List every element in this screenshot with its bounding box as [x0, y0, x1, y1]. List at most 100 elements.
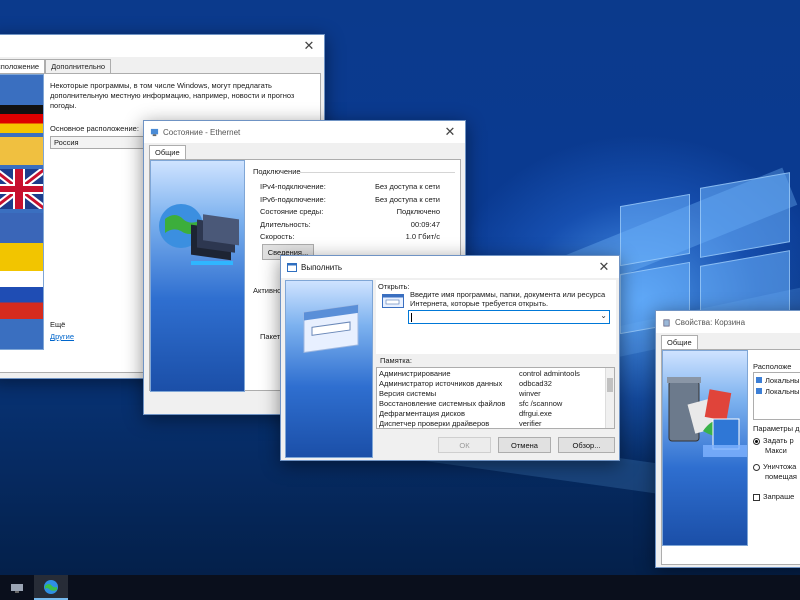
- close-icon[interactable]: ✕: [300, 37, 318, 55]
- table-row-cmd: verifier: [519, 419, 542, 428]
- flags-image: [0, 74, 44, 350]
- table-row-cmd: odbcad32: [519, 379, 552, 388]
- windows-logo-pane: [700, 172, 790, 258]
- network-globe-image: [150, 160, 245, 392]
- list-item[interactable]: Локальны: [756, 387, 800, 396]
- location-item-label: Локальны: [765, 387, 800, 396]
- recycle-bin-image: [662, 350, 748, 546]
- tab-location[interactable]: сположение: [0, 59, 46, 74]
- open-label: Открыть:: [378, 282, 410, 291]
- group-divider: [300, 172, 455, 173]
- ok-button[interactable]: ОК: [438, 437, 491, 453]
- set-size-label: Задать р: [763, 436, 794, 445]
- globe-app-icon: [44, 579, 58, 594]
- checkbox-icon: [753, 493, 760, 501]
- run-side-image: [285, 280, 373, 458]
- table-row-cmd: dfrgui.exe: [519, 409, 552, 418]
- taskbar: [0, 575, 800, 600]
- ipv4-label: IPv4-подключение:: [260, 182, 326, 191]
- run-small-icon: [382, 294, 404, 308]
- taskbar-network-app[interactable]: [0, 575, 34, 600]
- radio-selected-icon: [753, 437, 760, 445]
- close-icon[interactable]: ✕: [441, 123, 459, 141]
- others-link[interactable]: Другие: [50, 332, 74, 341]
- table-row: Администрирование: [379, 369, 451, 378]
- recycle-panel: Расположе Локальны Локальны Параметры д …: [661, 349, 800, 565]
- run-icon: [287, 262, 297, 272]
- locations-header: Расположе: [753, 362, 792, 371]
- scrollbar-thumb[interactable]: [607, 378, 613, 392]
- cancel-button[interactable]: Отмена: [498, 437, 551, 453]
- chevron-down-icon[interactable]: ⌄: [600, 311, 607, 320]
- max-size-label: Макси: [765, 446, 787, 455]
- browse-button[interactable]: Обзор...: [558, 437, 615, 453]
- ipv6-label: IPv6-подключение:: [260, 195, 326, 204]
- region-titlebar: ✕: [0, 35, 324, 57]
- network-icon: [150, 128, 159, 136]
- run-command-input[interactable]: ⌄: [408, 310, 610, 324]
- connection-header: Подключение: [253, 167, 301, 176]
- radio-unselected-icon: [753, 463, 760, 471]
- confirm-delete-checkbox[interactable]: Запраше: [753, 492, 794, 501]
- location-value: Россия: [54, 138, 79, 147]
- location-item-label: Локальны: [765, 376, 800, 385]
- table-row: Версия системы: [379, 389, 437, 398]
- flag-germany-icon: [0, 105, 43, 133]
- delete-label-line2: помещая: [765, 472, 797, 481]
- tab-additional[interactable]: Дополнительно: [45, 59, 112, 73]
- run-titlebar: Выполнить ✕: [281, 256, 619, 278]
- more-label: Ещё: [50, 320, 66, 329]
- memo-scrollbar[interactable]: [605, 368, 614, 428]
- confirm-label: Запраше: [763, 492, 795, 501]
- windows-logo-pane: [620, 193, 690, 267]
- recycle-titlebar: Свойства: Корзина: [656, 311, 800, 333]
- run-input-area: Открыть: Введите имя программы, папки, д…: [376, 280, 616, 354]
- run-title: Выполнить: [301, 262, 343, 272]
- delete-immediately-option[interactable]: Уничтожа: [753, 462, 796, 471]
- table-row-cmd: winver: [519, 389, 541, 398]
- speed-value: 1.0 Гбит/с: [405, 232, 440, 241]
- region-tabs: сположение Дополнительно: [0, 59, 112, 74]
- run-dialog: Выполнить ✕ Открыть: Введите имя програм…: [280, 255, 620, 461]
- table-row-cmd: control admintools: [519, 369, 580, 378]
- packets-label: Пакет: [260, 332, 281, 341]
- activity-label: Активно: [253, 286, 282, 295]
- ethernet-title: Состояние - Ethernet: [163, 127, 241, 137]
- drive-icon: [756, 388, 762, 394]
- location-label: Основное расположение:: [50, 124, 139, 133]
- media-state-value: Подключено: [396, 207, 440, 216]
- table-row: Диспетчер проверки драйверов: [379, 419, 490, 428]
- locations-list[interactable]: Локальны Локальны: [753, 372, 800, 420]
- speed-label: Скорость:: [260, 232, 295, 241]
- table-row-cmd: sfc /scannow: [519, 399, 563, 408]
- flag-ukraine-icon: [0, 243, 43, 271]
- tab-general[interactable]: Общие: [661, 335, 698, 350]
- list-item[interactable]: Локальны: [756, 376, 800, 385]
- parameters-label: Параметры д: [753, 424, 800, 433]
- taskbar-globe-app[interactable]: [34, 575, 68, 600]
- tab-general[interactable]: Общие: [149, 145, 186, 160]
- media-state-label: Состояние среды:: [260, 207, 324, 216]
- memo-list[interactable]: Администрирование control admintools Адм…: [376, 367, 615, 429]
- memo-label: Памятка:: [380, 356, 412, 365]
- table-row: Дефрагментация дисков: [379, 409, 465, 418]
- table-row: Восстановление системных файлов: [379, 399, 506, 408]
- ethernet-titlebar: Состояние - Ethernet ✕: [144, 121, 465, 143]
- ipv4-value: Без доступа к сети: [375, 182, 440, 191]
- flag-russia-icon: [0, 271, 43, 319]
- set-size-option[interactable]: Задать р: [753, 436, 794, 445]
- recycle-bin-small-icon: [663, 318, 670, 326]
- drive-icon: [756, 377, 762, 383]
- delete-label: Уничтожа: [763, 462, 797, 471]
- region-description: Некоторые программы, в том числе Windows…: [50, 81, 295, 110]
- recycle-title: Свойства: Корзина: [675, 317, 746, 327]
- flag-uk-icon: [0, 166, 43, 212]
- run-description: Введите имя программы, папки, документа …: [410, 290, 606, 308]
- table-row: Администратор источников данных: [379, 379, 503, 388]
- recycle-bin-properties-window: Свойства: Корзина Общие Расположе Локаль…: [655, 310, 800, 568]
- flag-blue-icon: [0, 213, 43, 243]
- text-cursor: [411, 313, 412, 322]
- close-icon[interactable]: ✕: [595, 258, 613, 276]
- duration-label: Длительность:: [260, 220, 311, 229]
- ethernet-tabs: Общие: [149, 145, 186, 160]
